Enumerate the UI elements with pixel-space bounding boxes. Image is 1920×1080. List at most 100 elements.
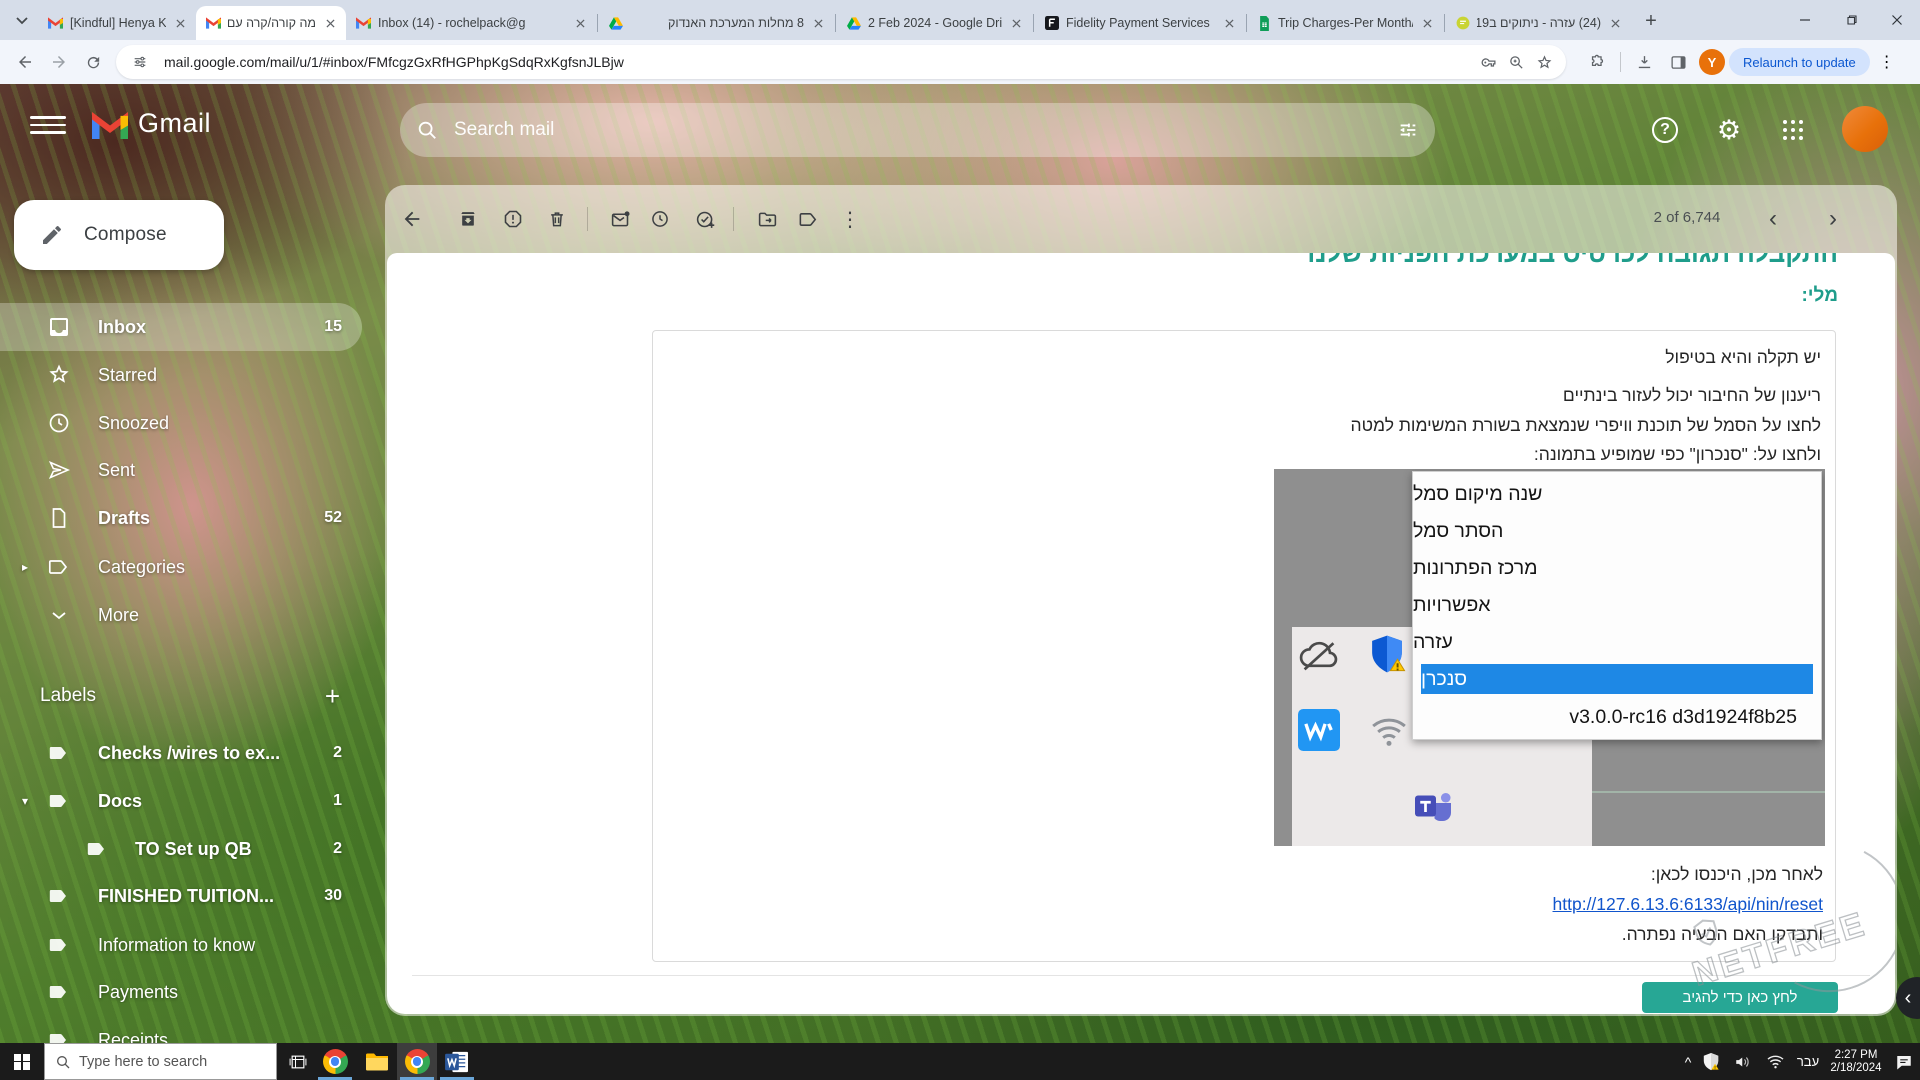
sidebar-label-information[interactable]: Information to know bbox=[0, 921, 362, 969]
file-explorer-icon[interactable] bbox=[357, 1043, 397, 1080]
sidebar-label-docs[interactable]: ▾ Docs 1 bbox=[0, 777, 362, 825]
search-input[interactable] bbox=[454, 119, 1397, 141]
close-icon[interactable] bbox=[572, 15, 588, 31]
help-icon[interactable]: ? bbox=[1641, 106, 1689, 154]
restore-button[interactable] bbox=[1828, 0, 1874, 40]
move-to-icon[interactable] bbox=[747, 199, 787, 239]
browser-menu-icon[interactable]: ⋮ bbox=[1870, 45, 1904, 79]
apps-grid-icon[interactable] bbox=[1769, 106, 1817, 154]
expander-icon[interactable]: ▾ bbox=[22, 794, 28, 808]
menu-item-solutions-center[interactable]: מרכז הפתרונות bbox=[1413, 550, 1821, 587]
browser-tab-drive-doc[interactable]: 8 מחלות המערכת האנדוק bbox=[599, 6, 834, 40]
taskbar-search[interactable] bbox=[44, 1043, 277, 1080]
sidebar-item-snoozed[interactable]: Snoozed bbox=[0, 399, 362, 447]
unread-count: 15 bbox=[324, 318, 342, 336]
newer-message-icon[interactable]: ‹ bbox=[1753, 199, 1793, 239]
relaunch-to-update-button[interactable]: Relaunch to update bbox=[1729, 48, 1870, 76]
close-icon[interactable] bbox=[810, 15, 826, 31]
browser-tab-fidelity[interactable]: Fidelity Payment Services bbox=[1035, 6, 1245, 40]
browser-tab-drive-feb[interactable]: 2 Feb 2024 - Google Drive bbox=[837, 6, 1032, 40]
main-menu-icon[interactable] bbox=[30, 107, 66, 143]
account-avatar[interactable] bbox=[1842, 106, 1888, 152]
minimize-button[interactable] bbox=[1782, 0, 1828, 40]
word-icon[interactable] bbox=[437, 1043, 477, 1080]
search-icon[interactable] bbox=[416, 119, 438, 141]
forward-icon[interactable] bbox=[42, 45, 76, 79]
sidebar-item-sent[interactable]: Sent bbox=[0, 446, 362, 494]
security-shield-icon[interactable] bbox=[1696, 1043, 1726, 1080]
chevron-down-icon[interactable] bbox=[8, 7, 36, 35]
gear-icon[interactable]: ⚙ bbox=[1705, 106, 1753, 154]
more-options-icon[interactable]: ⋮ bbox=[830, 199, 870, 239]
sidebar-label-checks[interactable]: Checks /wires to ex... 2 bbox=[0, 729, 362, 777]
add-to-tasks-icon[interactable] bbox=[685, 199, 725, 239]
back-icon[interactable] bbox=[8, 45, 42, 79]
search-options-icon[interactable] bbox=[1397, 119, 1419, 141]
close-icon[interactable] bbox=[1008, 15, 1024, 31]
tab-divider bbox=[1246, 14, 1247, 32]
wifi-tray-icon[interactable] bbox=[1760, 1043, 1790, 1080]
reset-link[interactable]: http://127.6.13.6:6133/api/nin/reset bbox=[1553, 894, 1823, 914]
sidebar-label-payments[interactable]: Payments bbox=[0, 968, 362, 1016]
browser-tab-kindful[interactable]: [Kindful] Henya Kurtz Tran bbox=[38, 6, 196, 40]
menu-item-change-icon-position[interactable]: שנה מיקום סמל bbox=[1413, 476, 1821, 513]
download-icon[interactable] bbox=[1627, 45, 1661, 79]
expander-icon[interactable]: ▸ bbox=[22, 560, 28, 574]
chrome-taskbar-icon-active[interactable] bbox=[397, 1043, 437, 1080]
browser-tab-sheets[interactable]: Trip Charges-Per Month/P bbox=[1248, 6, 1443, 40]
close-icon[interactable] bbox=[1607, 15, 1623, 31]
bookmark-star-icon[interactable] bbox=[1530, 48, 1558, 76]
menu-item-help[interactable]: עזרה bbox=[1413, 624, 1821, 661]
close-icon[interactable] bbox=[322, 15, 338, 31]
snooze-icon[interactable] bbox=[640, 199, 680, 239]
sidebar-item-more[interactable]: More bbox=[0, 591, 362, 639]
browser-tab-help-forum[interactable]: (24) עזרה - ניתוקים ב019 bbox=[1446, 6, 1631, 40]
close-window-button[interactable] bbox=[1874, 0, 1920, 40]
zoom-icon[interactable] bbox=[1502, 48, 1530, 76]
menu-item-sync-selected[interactable]: סנכרן bbox=[1421, 664, 1813, 694]
chrome-taskbar-icon[interactable] bbox=[315, 1043, 355, 1080]
search-bar[interactable] bbox=[400, 103, 1435, 157]
label-icon[interactable] bbox=[788, 199, 828, 239]
menu-item-options[interactable]: אפשרויות bbox=[1413, 587, 1821, 624]
close-icon[interactable] bbox=[1419, 15, 1435, 31]
add-label-icon[interactable]: + bbox=[325, 681, 340, 712]
sidebar-item-categories[interactable]: ▸ Categories bbox=[0, 543, 362, 591]
menu-item-hide-icon[interactable]: הסתר סמל bbox=[1413, 513, 1821, 550]
action-center-icon[interactable] bbox=[1888, 1043, 1920, 1080]
back-to-inbox-icon[interactable] bbox=[392, 199, 432, 239]
sidebar-label-to-set-up-qb[interactable]: TO Set up QB 2 bbox=[0, 825, 362, 873]
report-spam-icon[interactable] bbox=[493, 199, 533, 239]
taskbar-search-input[interactable] bbox=[79, 1054, 249, 1070]
side-panel-icon[interactable] bbox=[1661, 45, 1695, 79]
refresh-icon[interactable] bbox=[76, 45, 110, 79]
sidebar-item-inbox[interactable]: Inbox 15 bbox=[0, 303, 362, 351]
password-key-icon[interactable] bbox=[1474, 48, 1502, 76]
browser-tab-inbox[interactable]: Inbox (14) - rochelpack@g bbox=[346, 6, 596, 40]
compose-button[interactable]: Compose bbox=[14, 200, 224, 270]
close-icon[interactable] bbox=[1221, 15, 1237, 31]
keyboard-language[interactable]: עבר bbox=[1790, 1043, 1826, 1080]
browser-tab-active[interactable]: מה קורה/קרה עם נטפרי?? bbox=[196, 6, 346, 40]
profile-avatar[interactable]: Y bbox=[1695, 45, 1729, 79]
close-icon[interactable] bbox=[172, 15, 188, 31]
extensions-icon[interactable] bbox=[1580, 45, 1614, 79]
start-button[interactable] bbox=[0, 1043, 44, 1080]
address-bar[interactable]: mail.google.com/mail/u/1/#inbox/FMfcgzGx… bbox=[116, 45, 1566, 79]
wifi-icon bbox=[1369, 712, 1409, 750]
delete-icon[interactable] bbox=[537, 199, 577, 239]
task-view-icon[interactable] bbox=[278, 1043, 318, 1080]
new-tab-button[interactable]: + bbox=[1637, 7, 1665, 35]
reply-button[interactable]: לחץ כאן כדי להגיב bbox=[1642, 982, 1838, 1013]
sidebar-item-starred[interactable]: Starred bbox=[0, 351, 362, 399]
taskbar-clock[interactable]: 2:27 PM 2/18/2024 bbox=[1826, 1043, 1886, 1080]
sidebar-item-drafts[interactable]: Drafts 52 bbox=[0, 494, 362, 542]
url-text[interactable]: mail.google.com/mail/u/1/#inbox/FMfcgzGx… bbox=[164, 54, 1474, 70]
teams-icon bbox=[1412, 787, 1454, 825]
older-message-icon[interactable]: › bbox=[1813, 199, 1853, 239]
mark-unread-icon[interactable] bbox=[600, 199, 640, 239]
archive-icon[interactable] bbox=[448, 199, 488, 239]
speaker-icon[interactable] bbox=[1728, 1043, 1758, 1080]
sidebar-label-finished-tuition[interactable]: FINISHED TUITION... 30 bbox=[0, 872, 362, 920]
site-settings-icon[interactable] bbox=[126, 48, 154, 76]
